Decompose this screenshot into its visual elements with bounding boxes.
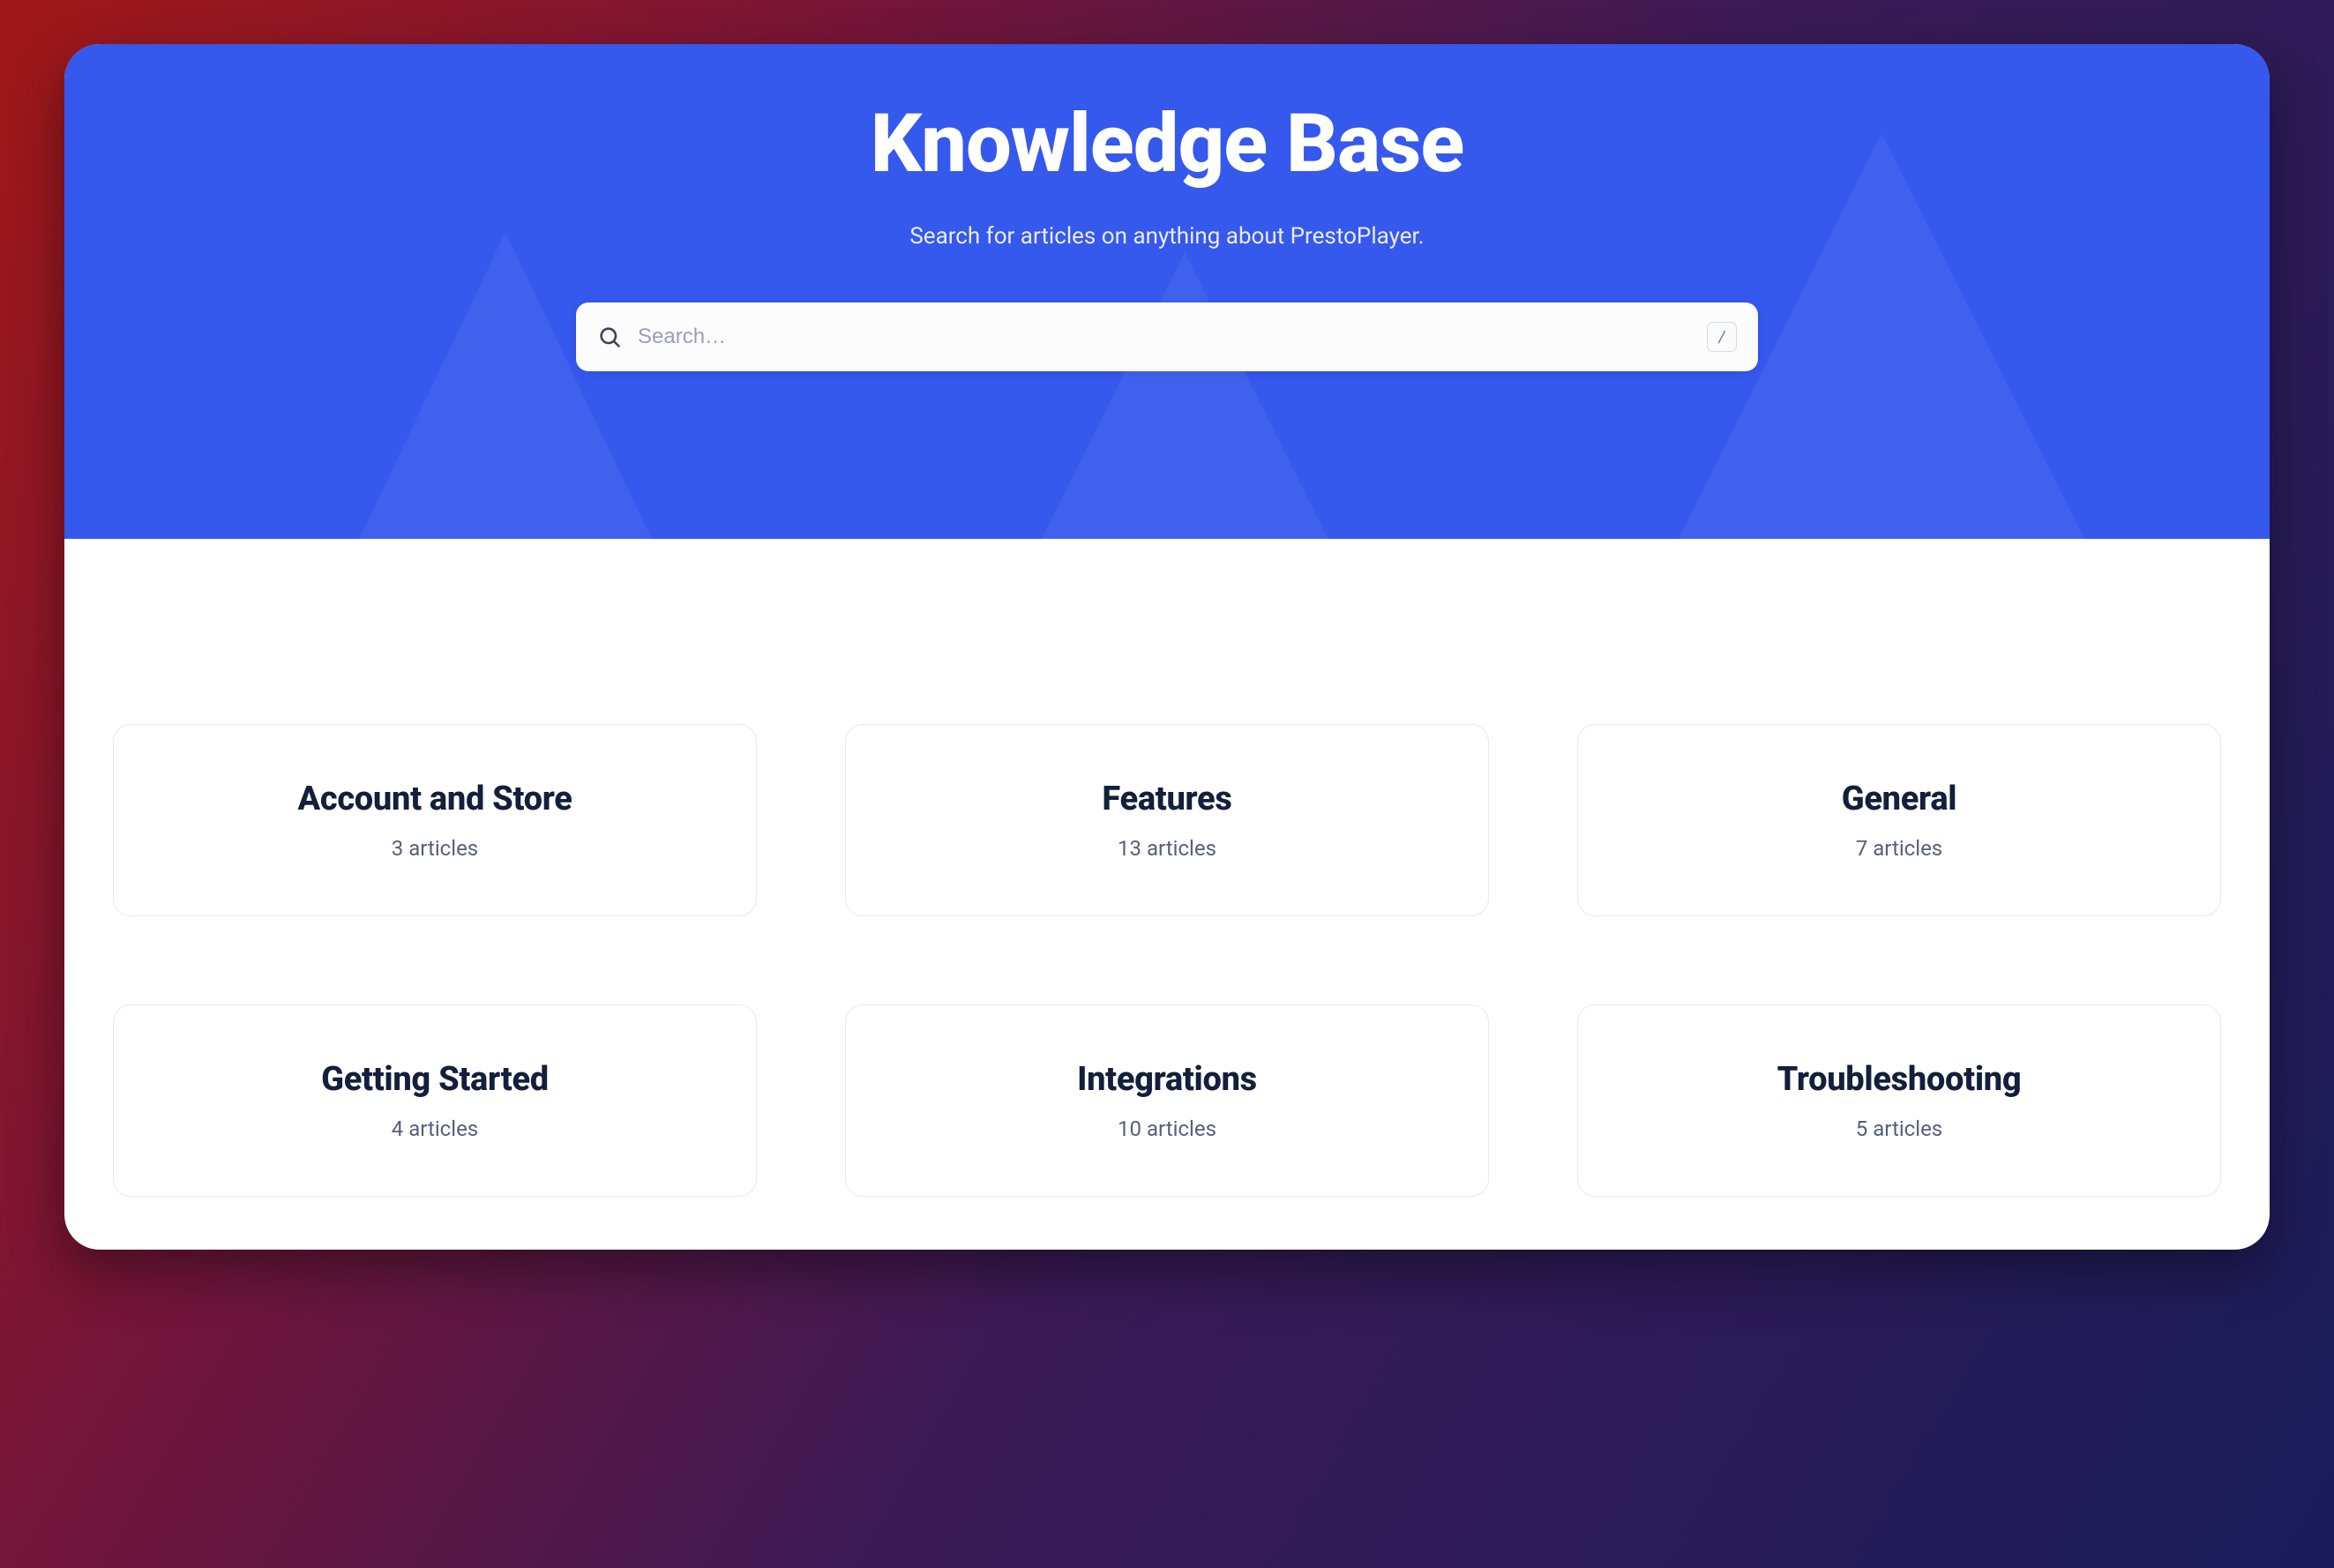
category-article-count: 3 articles [149, 836, 721, 861]
search-input[interactable] [638, 325, 1691, 349]
category-title: Account and Store [149, 780, 721, 818]
category-card-troubleshooting[interactable]: Troubleshooting 5 articles [1577, 1004, 2221, 1197]
category-title: General [1613, 780, 2185, 818]
category-card-getting-started[interactable]: Getting Started 4 articles [113, 1004, 757, 1197]
category-article-count: 10 articles [881, 1116, 1453, 1141]
category-card-general[interactable]: General 7 articles [1577, 724, 2221, 916]
category-article-count: 4 articles [149, 1116, 721, 1141]
category-card-account-and-store[interactable]: Account and Store 3 articles [113, 724, 757, 916]
category-card-integrations[interactable]: Integrations 10 articles [845, 1004, 1489, 1197]
category-article-count: 5 articles [1613, 1116, 2185, 1141]
category-article-count: 7 articles [1613, 836, 2185, 861]
category-title: Troubleshooting [1613, 1060, 2185, 1099]
hero-section: Knowledge Base Search for articles on an… [64, 44, 2270, 539]
category-article-count: 13 articles [881, 836, 1453, 861]
categories-grid: Account and Store 3 articles Features 13… [113, 724, 2221, 1197]
search-icon [597, 325, 622, 349]
category-card-features[interactable]: Features 13 articles [845, 724, 1489, 916]
page-title: Knowledge Base [100, 97, 2234, 191]
category-title: Integrations [881, 1060, 1453, 1099]
search-shortcut-hint: / [1707, 322, 1737, 352]
knowledge-base-page: Knowledge Base Search for articles on an… [64, 44, 2270, 1250]
category-title: Features [881, 780, 1453, 818]
categories-section: Account and Store 3 articles Features 13… [64, 539, 2270, 1250]
search-container: / [576, 302, 1758, 371]
category-title: Getting Started [149, 1060, 721, 1099]
search-bar[interactable]: / [576, 302, 1758, 371]
page-subtitle: Search for articles on anything about Pr… [100, 223, 2234, 250]
